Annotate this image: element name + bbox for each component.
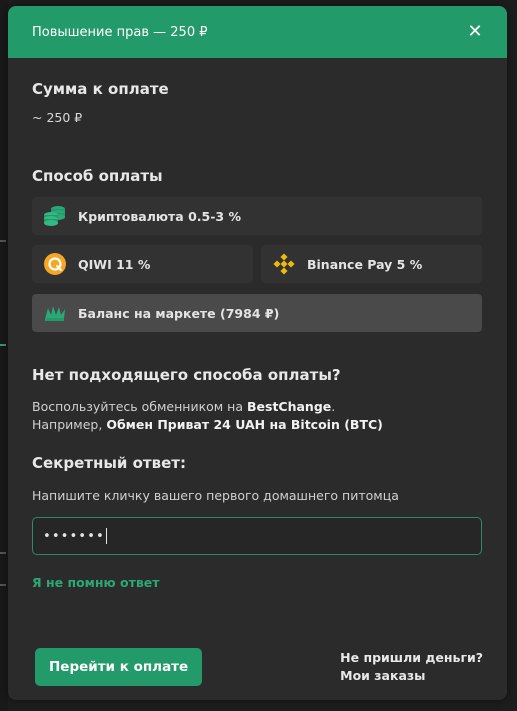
backdrop-text-fragment <box>0 344 6 346</box>
market-balance-icon <box>42 300 68 326</box>
modal-header: Повышение прав — 250 ₽ ✕ <box>8 6 507 58</box>
no-method-text: Воспользуйтесь обменником на BestChange.… <box>32 398 483 434</box>
backdrop-text-fragment <box>0 240 6 242</box>
method-label: QIWI 11 % <box>78 256 151 272</box>
method-qiwi[interactable]: QIWI 11 % <box>32 245 253 283</box>
method-label: Баланс на маркете (7984 ₽) <box>78 305 280 321</box>
method-market-balance[interactable]: Баланс на маркете (7984 ₽) <box>32 294 482 332</box>
modal-body: Сумма к оплате ~ 250 ₽ Способ оплаты Кри… <box>8 80 507 590</box>
method-label: Binance Pay 5 % <box>307 256 423 272</box>
no-method-heading: Нет подходящего способа оплаты? <box>32 366 341 384</box>
backdrop-text-fragment <box>0 552 6 554</box>
backdrop-text-fragment <box>0 584 6 586</box>
secret-answer-heading: Секретный ответ: <box>32 454 186 472</box>
no-method-line1-suffix: . <box>331 399 336 414</box>
exchange-example-link[interactable]: Обмен Приват 24 UAH на Bitcoin (BTC) <box>106 417 383 432</box>
text-caret <box>105 528 107 544</box>
payment-method-heading: Способ оплаты <box>32 167 163 185</box>
qiwi-icon <box>42 251 68 277</box>
bestchange-link[interactable]: BestChange <box>247 399 331 414</box>
modal-footer: Перейти к оплате Не пришли деньги? Мои з… <box>35 648 483 686</box>
binance-icon <box>271 251 297 277</box>
my-orders-link[interactable]: Мои заказы <box>340 667 483 685</box>
secret-question: Напишите кличку вашего первого домашнего… <box>32 488 399 503</box>
money-not-received-link[interactable]: Не пришли деньги? <box>340 649 483 667</box>
forgot-answer-link[interactable]: Я не помню ответ <box>32 575 483 590</box>
proceed-to-payment-button[interactable]: Перейти к оплате <box>35 648 203 686</box>
no-method-line2-prefix: Например, <box>32 417 103 432</box>
secret-answer-value: ••••••• <box>43 528 105 544</box>
footer-links: Не пришли деньги? Мои заказы <box>340 649 483 685</box>
method-crypto[interactable]: Криптовалюта 0.5-3 % <box>32 197 482 235</box>
close-icon[interactable]: ✕ <box>467 23 483 41</box>
no-method-line1-prefix: Воспользуйтесь обменником на <box>32 399 244 414</box>
method-row: QIWI 11 % Binance Pay 5 % <box>32 245 482 283</box>
page-backdrop <box>0 0 8 711</box>
secret-answer-input[interactable]: ••••••• <box>32 517 482 555</box>
payment-modal: Повышение прав — 250 ₽ ✕ Сумма к оплате … <box>8 6 507 700</box>
payment-methods: Криптовалюта 0.5-3 % QIWI 11 % Binance P… <box>32 197 482 332</box>
method-label: Криптовалюта 0.5-3 % <box>78 208 241 224</box>
coins-icon <box>42 203 68 229</box>
modal-title: Повышение прав — 250 ₽ <box>32 24 208 40</box>
amount-heading: Сумма к оплате <box>32 80 169 98</box>
amount-value: ~ 250 ₽ <box>32 110 83 125</box>
method-binance[interactable]: Binance Pay 5 % <box>261 245 482 283</box>
